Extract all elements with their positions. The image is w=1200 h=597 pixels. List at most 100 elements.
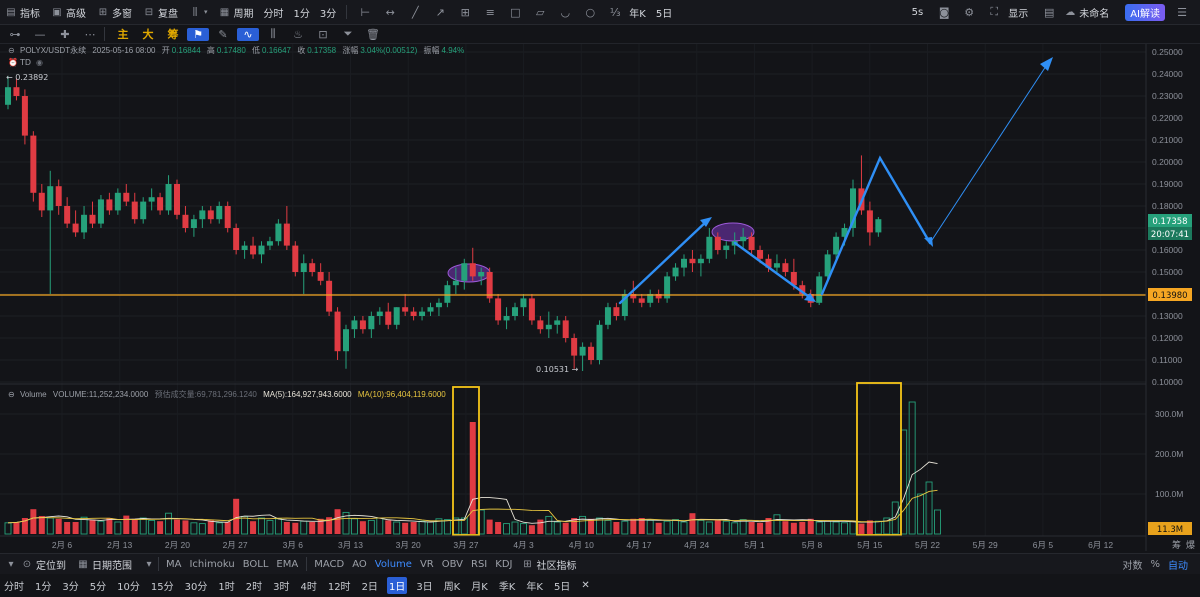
chart-type-button[interactable]: ⫼ ▾: [188, 7, 208, 18]
timeframe-5d[interactable]: 5日: [552, 577, 572, 594]
refresh-interval[interactable]: 5s: [912, 7, 924, 18]
settings-icon[interactable]: ⚙: [958, 6, 980, 19]
indicator-volume[interactable]: Volume: [375, 559, 412, 570]
axis-right-label[interactable]: 爆: [1186, 539, 1195, 551]
indicator-rsi[interactable]: RSI: [471, 559, 487, 570]
indicator-ma[interactable]: MA: [166, 559, 181, 570]
collapse-icon[interactable]: ⊖: [8, 46, 15, 55]
filter-icon[interactable]: ⏷: [337, 27, 359, 41]
timeframe-10m[interactable]: 10分: [115, 577, 142, 594]
indicator-macd[interactable]: MACD: [314, 559, 344, 570]
more-menu-icon[interactable]: ☰: [1171, 6, 1193, 19]
trend-line-icon[interactable]: ╱: [404, 6, 426, 19]
eye-icon[interactable]: ◉: [36, 58, 43, 67]
candle-body: [833, 236, 840, 255]
indicator-boll[interactable]: BOLL: [243, 559, 269, 570]
collapse-icon[interactable]: ▾: [4, 559, 18, 570]
axis-left-label[interactable]: 筹: [1172, 539, 1181, 551]
trash-icon[interactable]: 🗑: [362, 28, 384, 41]
parallelogram-icon[interactable]: ▱: [529, 6, 551, 19]
display-button[interactable]: 显示: [1008, 5, 1028, 20]
candle-icon[interactable]: ⫼: [262, 27, 284, 41]
fibonacci-icon[interactable]: ⅓: [604, 6, 626, 19]
toolbar-multi-window-button[interactable]: ⊞ 多窗: [96, 5, 132, 20]
indicator-kdj[interactable]: KDJ: [495, 559, 512, 570]
timeframe-fenshi[interactable]: 分时: [2, 577, 26, 594]
toolbar-replay-button[interactable]: ⊟ 复盘: [142, 5, 178, 20]
timeframe-2h[interactable]: 2时: [244, 577, 264, 594]
drawing-toolbar: ⊶ — ✚ ⋯ 主 大 筹 ⚑ ✎ ∿ ⫼ ♨ ⊡ ⏷ 🗑: [0, 25, 1200, 44]
timeframe-3h[interactable]: 3时: [271, 577, 291, 594]
timeframe-15m[interactable]: 15分: [149, 577, 176, 594]
big-order-button[interactable]: 大: [137, 26, 159, 42]
timeframe-quarter[interactable]: 季K: [497, 577, 518, 594]
period-tab-5day[interactable]: 5日: [656, 5, 672, 20]
cross-tool-icon[interactable]: ✚: [54, 28, 76, 41]
timeframe-3m[interactable]: 3分: [60, 577, 80, 594]
indicator-ao[interactable]: AO: [352, 559, 367, 570]
chevron-down-icon[interactable]: ▾: [142, 559, 156, 570]
curve-icon[interactable]: ◡: [554, 6, 576, 19]
main-force-button[interactable]: 主: [112, 26, 134, 42]
indicator-ichimoku[interactable]: Ichimoku: [189, 559, 234, 570]
horizontal-line-icon[interactable]: ↔: [379, 6, 401, 19]
timeframe-2d[interactable]: 2日: [360, 577, 380, 594]
period-tab-year[interactable]: 年K: [629, 5, 646, 20]
horizontal-ray-icon[interactable]: ⊢: [354, 6, 376, 19]
parallel-channel-icon[interactable]: ≡: [479, 6, 501, 19]
layout-icon[interactable]: ▤: [1038, 6, 1060, 19]
period-fenshi[interactable]: 分时: [264, 5, 284, 20]
circle-icon[interactable]: ○: [579, 6, 601, 19]
locate-button[interactable]: ⊙ 定位到: [20, 557, 66, 572]
price-chart[interactable]: ⊖ POLYX/USDT永续 2025-05-16 08:00 开 0.16844…: [0, 44, 1200, 551]
marker-icon[interactable]: ⚑: [187, 27, 209, 41]
alarm-icon[interactable]: ⏰: [8, 57, 18, 67]
group-icon[interactable]: ⊡: [312, 28, 334, 41]
volume-bar: [849, 520, 857, 535]
percent-scale-button[interactable]: %: [1150, 559, 1160, 570]
timeframe-week[interactable]: 周K: [442, 577, 463, 594]
pattern-icon[interactable]: ∿: [237, 27, 259, 41]
log-scale-button[interactable]: 对数: [1122, 557, 1142, 572]
auto-scale-button[interactable]: 自动: [1168, 557, 1188, 572]
crosshair-tool-icon[interactable]: ⊞: [454, 6, 476, 19]
timeframe-30m[interactable]: 30分: [183, 577, 210, 594]
candle-body: [740, 236, 747, 242]
fire-icon[interactable]: ♨: [287, 28, 309, 41]
timeframe-year[interactable]: 年K: [524, 577, 545, 594]
ai-interpret-button[interactable]: AI解读: [1125, 3, 1165, 21]
candle-body: [782, 263, 789, 272]
indicator-vr[interactable]: VR: [420, 559, 434, 570]
timeframe-1m[interactable]: 1分: [33, 577, 53, 594]
timeframe-12h[interactable]: 12时: [326, 577, 353, 594]
period-3min[interactable]: 3分: [320, 5, 336, 20]
svg-text:POLYX/USDT永续 2025-05-16: POLYX/USDT永续 2025-05-16 08:00 开 0.16844 高…: [20, 45, 464, 55]
community-indicators-button[interactable]: ⊞ 社区指标: [520, 557, 576, 572]
camera-icon[interactable]: ◙: [933, 6, 955, 19]
toolbar-indicator-button[interactable]: ▤ 指标: [4, 5, 40, 20]
candle-body: [174, 184, 180, 215]
chip-button[interactable]: 筹: [162, 26, 184, 42]
timeframe-month[interactable]: 月K: [469, 577, 490, 594]
ruler-icon[interactable]: ✎: [212, 28, 234, 41]
period-dropdown[interactable]: ▦ 周期: [218, 5, 254, 20]
timeframe-1h[interactable]: 1时: [216, 577, 236, 594]
date-range-button[interactable]: ▦ 日期范围: [76, 557, 132, 572]
timeframe-5m[interactable]: 5分: [88, 577, 108, 594]
timeframe-3d[interactable]: 3日: [414, 577, 434, 594]
more-icon[interactable]: ⋯: [79, 28, 101, 41]
volume-bar: [545, 515, 553, 535]
rectangle-icon[interactable]: □: [504, 6, 526, 19]
line-tool-icon[interactable]: ⊶: [4, 28, 26, 41]
timeframe-1d[interactable]: 1日: [386, 576, 408, 594]
unnamed-layout-button[interactable]: ☁ 未命名: [1063, 5, 1109, 20]
fullscreen-icon[interactable]: ⛶: [983, 5, 1005, 19]
period-1min[interactable]: 1分: [294, 5, 310, 20]
ray-tool-icon[interactable]: —: [29, 28, 51, 41]
indicator-ema[interactable]: EMA: [276, 559, 298, 570]
toolbar-advanced-button[interactable]: ▣ 高级: [50, 5, 86, 20]
timeframe-4h[interactable]: 4时: [298, 577, 318, 594]
arrow-line-icon[interactable]: ↗: [429, 6, 451, 19]
indicator-obv[interactable]: OBV: [442, 559, 463, 570]
close-icon[interactable]: ✕: [579, 579, 591, 592]
